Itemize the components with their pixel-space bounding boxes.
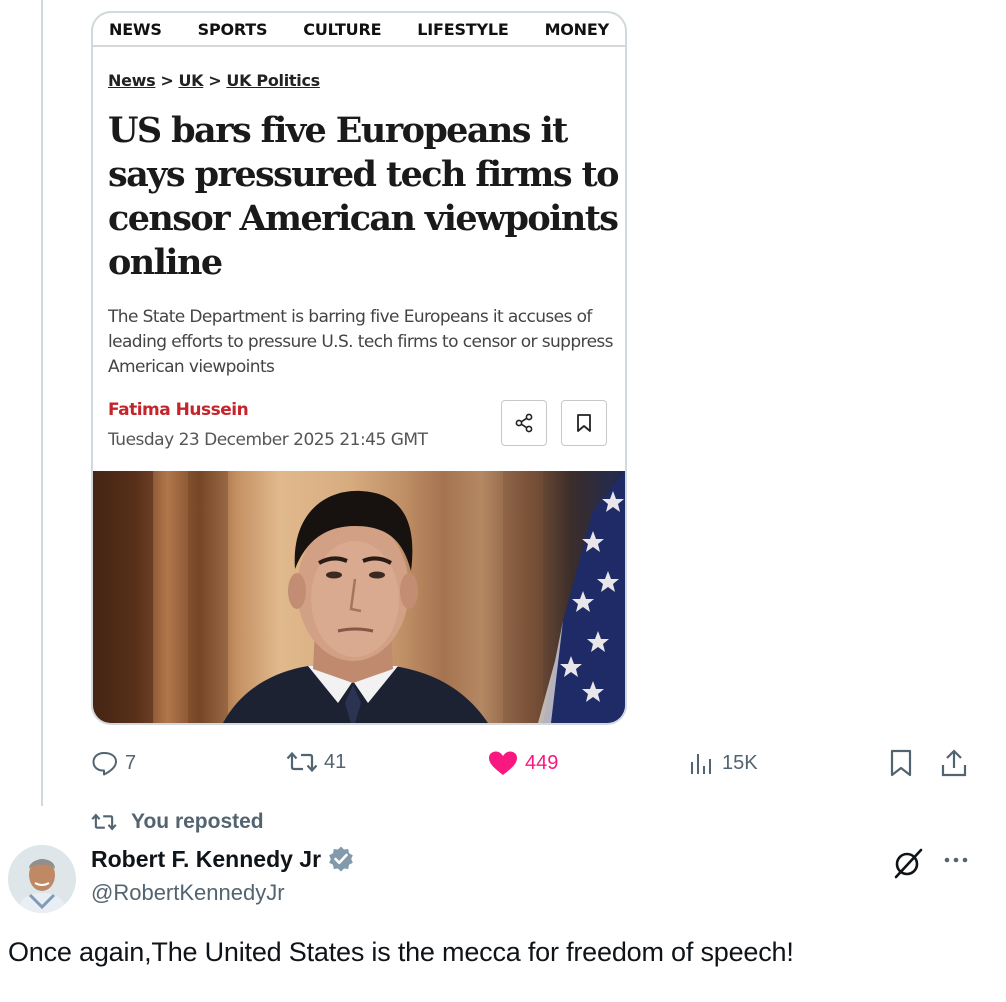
post-text: Once again,The United States is the mecc… xyxy=(8,937,794,967)
heart-icon xyxy=(489,751,517,775)
article-card[interactable]: NEWS SPORTS CULTURE LIFESTYLE MONEY News… xyxy=(91,11,627,725)
nav-money[interactable]: MONEY xyxy=(545,20,610,39)
article-author[interactable]: Fatima Hussein xyxy=(108,400,249,420)
like-button[interactable]: 449 xyxy=(487,750,558,776)
breadcrumb-uk-politics[interactable]: UK Politics xyxy=(226,71,320,90)
article-photo-portrait xyxy=(93,471,625,723)
bookmark-icon xyxy=(890,749,912,777)
bookmark-icon xyxy=(577,414,591,432)
share-icon xyxy=(515,413,533,433)
more-options-icon[interactable] xyxy=(942,855,970,865)
article-photo[interactable] xyxy=(93,471,625,723)
views-button[interactable]: 15K xyxy=(688,750,758,776)
repost-count: 41 xyxy=(324,750,347,773)
article-headline: US bars five Europeans it says pressured… xyxy=(108,110,619,283)
view-count: 15K xyxy=(722,751,758,774)
article-nav: NEWS SPORTS CULTURE LIFESTYLE MONEY xyxy=(93,13,625,47)
post-author[interactable]: Robert F. Kennedy Jr xyxy=(91,845,355,873)
nav-lifestyle[interactable]: LIFESTYLE xyxy=(417,20,509,39)
article-bookmark-button[interactable] xyxy=(561,400,607,446)
reply-icon xyxy=(92,752,117,776)
nav-culture[interactable]: CULTURE xyxy=(303,20,381,39)
share-button[interactable] xyxy=(940,748,974,778)
reply-button[interactable]: 7 xyxy=(91,750,136,776)
post-author-name[interactable]: Robert F. Kennedy Jr xyxy=(91,846,321,873)
nav-news[interactable]: NEWS xyxy=(109,20,162,39)
post-author-handle[interactable]: @RobertKennedyJr xyxy=(91,880,285,906)
thread-line xyxy=(41,0,43,806)
breadcrumb-separator: > xyxy=(160,71,174,90)
avatar-photo xyxy=(8,845,76,913)
repost-banner[interactable]: You reposted xyxy=(91,810,264,834)
avatar[interactable] xyxy=(8,845,76,913)
repost-icon xyxy=(286,751,318,773)
article-date: Tuesday 23 December 2025 21:45 GMT xyxy=(108,430,428,450)
breadcrumb-news[interactable]: News xyxy=(108,71,156,90)
quoted-post-actions: 7 41 449 15K xyxy=(0,742,1006,782)
repost-icon xyxy=(91,813,117,831)
breadcrumb: News > UK > UK Politics xyxy=(108,71,320,90)
repost-button[interactable]: 41 xyxy=(286,750,346,774)
reply-count: 7 xyxy=(125,751,137,774)
like-count: 449 xyxy=(525,751,559,774)
bookmark-button[interactable] xyxy=(888,748,920,778)
share-icon xyxy=(941,749,967,777)
article-standfirst: The State Department is barring five Eur… xyxy=(108,307,614,377)
nav-sports[interactable]: SPORTS xyxy=(198,20,268,39)
repost-banner-text: You reposted xyxy=(131,810,264,833)
analytics-icon xyxy=(691,754,711,774)
article-share-button[interactable] xyxy=(501,400,547,446)
grok-icon[interactable] xyxy=(890,845,926,881)
breadcrumb-uk[interactable]: UK xyxy=(178,71,203,90)
verified-badge-icon xyxy=(329,846,353,872)
breadcrumb-separator: > xyxy=(208,71,222,90)
